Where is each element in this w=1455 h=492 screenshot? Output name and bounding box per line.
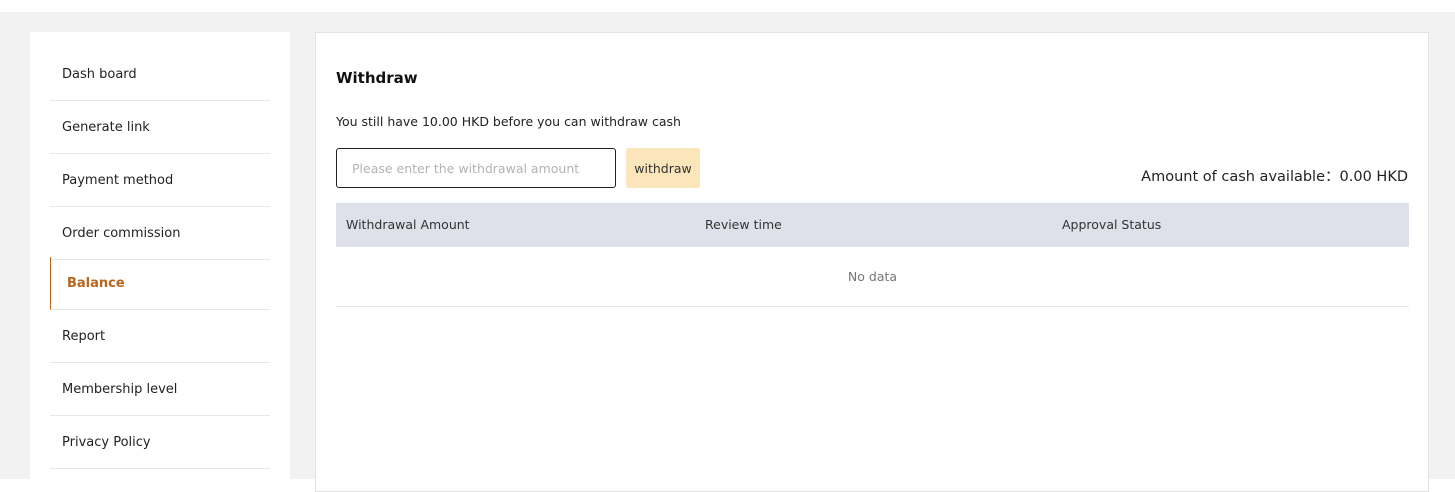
withdrawal-table: Withdrawal Amount Review time Approval S… bbox=[336, 203, 1409, 307]
sidebar-item-membership-level[interactable]: Membership level bbox=[50, 363, 270, 416]
main-panel: Withdraw You still have 10.00 HKD before… bbox=[315, 32, 1429, 492]
sidebar-item-dashboard[interactable]: Dash board bbox=[50, 48, 270, 101]
cash-available-label: Amount of cash available： bbox=[1141, 169, 1340, 185]
sidebar: Dash board Generate link Payment method … bbox=[30, 32, 290, 479]
sidebar-item-payment-method[interactable]: Payment method bbox=[50, 154, 270, 207]
sidebar-item-order-commission[interactable]: Order commission bbox=[50, 207, 270, 260]
sidebar-item-generate-link[interactable]: Generate link bbox=[50, 101, 270, 154]
table-header: Withdrawal Amount Review time Approval S… bbox=[336, 203, 1409, 247]
cash-available-value: 0.00 HKD bbox=[1339, 169, 1408, 185]
sidebar-item-report[interactable]: Report bbox=[50, 310, 270, 363]
column-header-withdrawal-amount: Withdrawal Amount bbox=[346, 217, 470, 232]
column-header-review-time: Review time bbox=[705, 217, 782, 232]
withdraw-button[interactable]: withdraw bbox=[626, 148, 700, 188]
cash-available: Amount of cash available：0.00 HKD bbox=[1141, 165, 1408, 186]
table-empty-state: No data bbox=[336, 247, 1409, 307]
withdraw-notice: You still have 10.00 HKD before you can … bbox=[336, 114, 681, 129]
sidebar-item-privacy-policy[interactable]: Privacy Policy bbox=[50, 416, 270, 469]
page-title: Withdraw bbox=[336, 69, 418, 87]
sidebar-item-balance[interactable]: Balance bbox=[50, 257, 270, 310]
withdrawal-amount-input[interactable] bbox=[336, 148, 616, 188]
column-header-approval-status: Approval Status bbox=[1062, 217, 1162, 232]
